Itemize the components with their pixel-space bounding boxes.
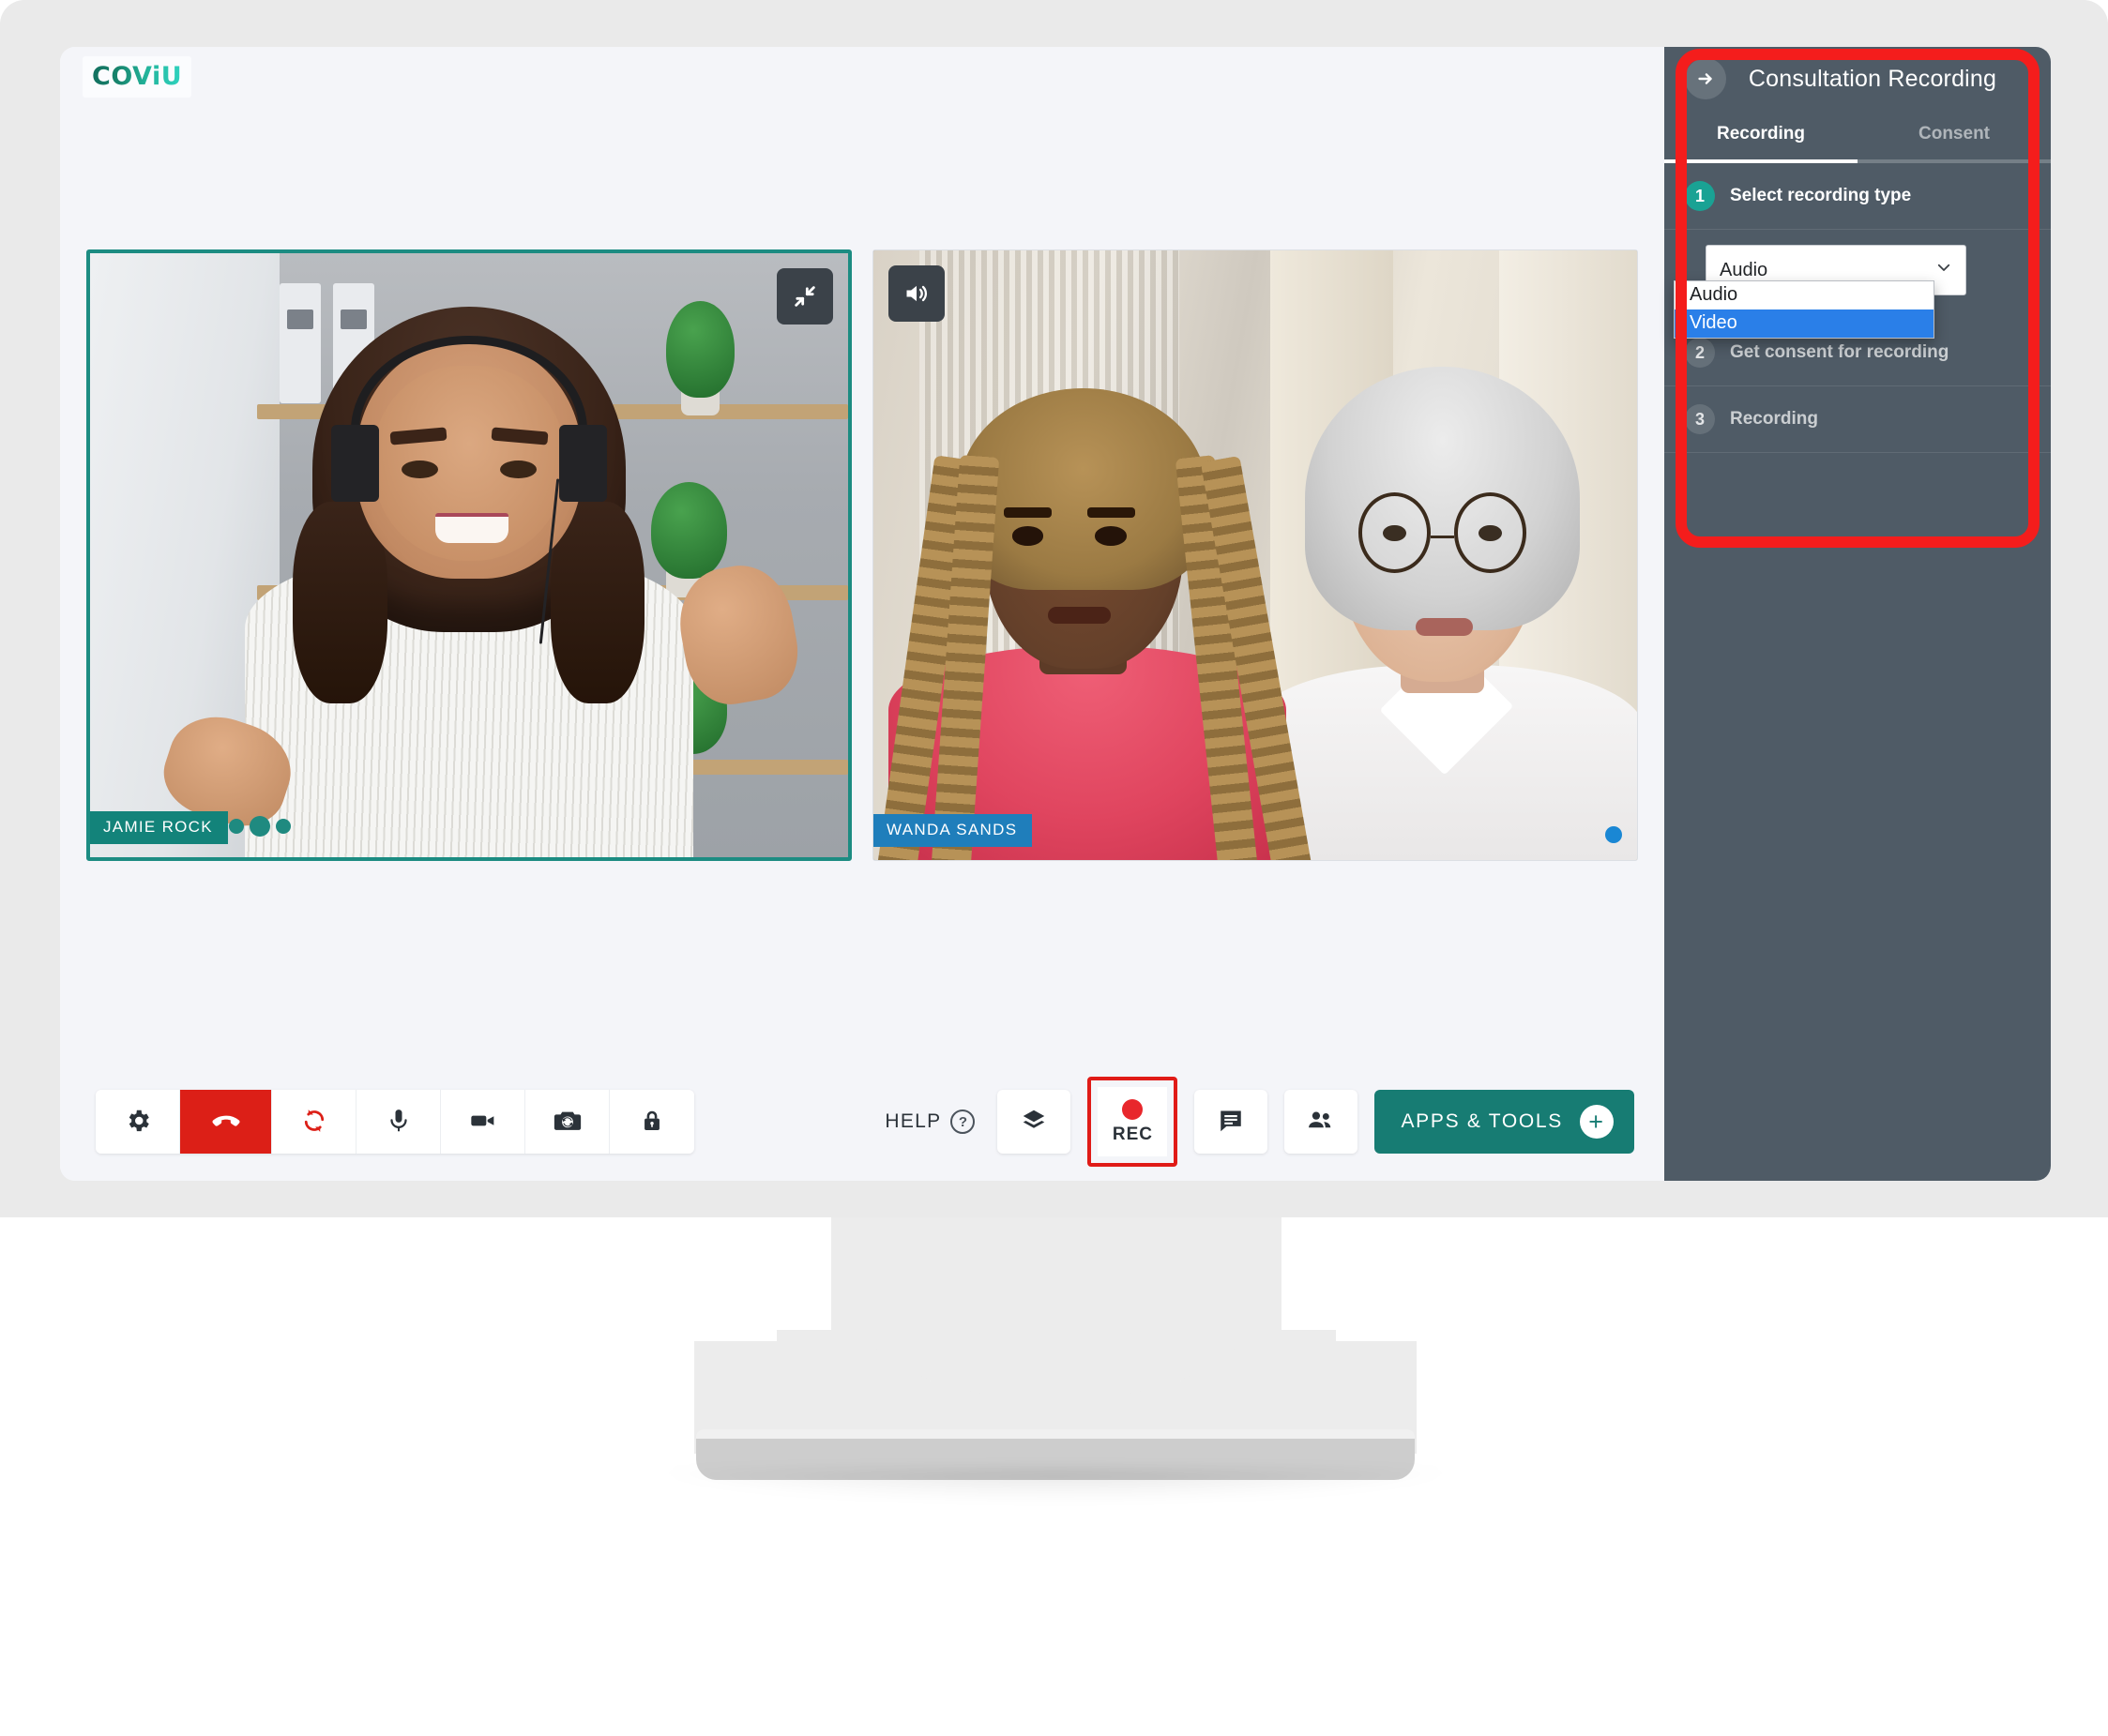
monitor-screen: COViU JAMIE ROCK WANDA SANDS HELP ? REC … bbox=[60, 47, 2051, 1181]
help-button[interactable]: HELP ? bbox=[885, 1110, 976, 1134]
call-controls-group bbox=[96, 1090, 694, 1154]
end-call-button[interactable] bbox=[180, 1090, 272, 1154]
gear-icon bbox=[124, 1107, 152, 1138]
remote-video-image bbox=[873, 249, 1637, 860]
coviu-app: COViU JAMIE ROCK WANDA SANDS HELP ? REC … bbox=[60, 47, 2051, 1181]
monitor-scene: COViU JAMIE ROCK WANDA SANDS HELP ? REC … bbox=[0, 0, 2108, 1736]
participants-button[interactable] bbox=[1284, 1090, 1358, 1154]
recording-type-value: Audio bbox=[1720, 259, 1768, 280]
self-video-image bbox=[90, 252, 849, 857]
call-toolbar: HELP ? REC APPS & TOOLS + bbox=[60, 1063, 1664, 1181]
recording-type-section: Audio Audio Video bbox=[1664, 230, 2051, 339]
refresh-button[interactable] bbox=[272, 1090, 356, 1154]
layers-icon bbox=[1020, 1107, 1048, 1138]
option-video[interactable]: Video bbox=[1675, 309, 1934, 338]
help-label: HELP bbox=[885, 1110, 942, 1132]
switch-camera-button[interactable] bbox=[525, 1090, 610, 1154]
participant-name-tag: JAMIE ROCK bbox=[90, 810, 228, 844]
collapse-arrows-icon[interactable] bbox=[777, 267, 834, 325]
monitor-base-shadow bbox=[657, 1469, 1454, 1501]
hangup-phone-icon bbox=[209, 1104, 243, 1140]
microphone-icon bbox=[385, 1107, 413, 1138]
record-dot-icon bbox=[1122, 1098, 1144, 1120]
consultation-recording-panel: Consultation Recording Recording Consent… bbox=[1664, 47, 2051, 1181]
app-main-area: COViU JAMIE ROCK WANDA SANDS HELP ? REC … bbox=[60, 47, 1664, 1181]
step-number-2: 2 bbox=[1685, 338, 1715, 368]
people-icon bbox=[1306, 1106, 1336, 1139]
chevron-down-icon bbox=[1935, 259, 1952, 281]
tab-consent[interactable]: Consent bbox=[1858, 111, 2051, 163]
step-label-3: Recording bbox=[1730, 409, 1818, 429]
apps-and-tools-button[interactable]: APPS & TOOLS + bbox=[1374, 1090, 1634, 1154]
step-row-1[interactable]: 1 Select recording type bbox=[1664, 163, 2051, 230]
tab-recording[interactable]: Recording bbox=[1664, 111, 1858, 163]
microphone-button[interactable] bbox=[356, 1090, 441, 1154]
toolbar-left-group bbox=[96, 1090, 694, 1154]
lock-room-button[interactable] bbox=[610, 1090, 694, 1154]
lock-icon bbox=[639, 1108, 665, 1137]
step-number-3: 3 bbox=[1685, 404, 1715, 434]
apps-and-tools-label: APPS & TOOLS bbox=[1401, 1110, 1563, 1132]
speaker-icon[interactable] bbox=[888, 264, 946, 322]
panel-header: Consultation Recording bbox=[1664, 47, 2051, 111]
chat-button[interactable] bbox=[1194, 1090, 1268, 1154]
step-row-3[interactable]: 3 Recording bbox=[1664, 386, 2051, 453]
step-number-1: 1 bbox=[1685, 181, 1715, 211]
refresh-icon bbox=[300, 1107, 328, 1138]
panel-tabs: Recording Consent bbox=[1664, 111, 2051, 163]
panel-title: Consultation Recording bbox=[1748, 65, 1997, 92]
record-label: REC bbox=[1112, 1124, 1154, 1144]
video-tile-self[interactable]: JAMIE ROCK bbox=[86, 249, 853, 861]
camera-button[interactable] bbox=[441, 1090, 525, 1154]
monitor-body: COViU JAMIE ROCK WANDA SANDS HELP ? REC … bbox=[0, 0, 2108, 1217]
record-highlight-box: REC bbox=[1087, 1077, 1178, 1167]
arrow-right-icon[interactable] bbox=[1685, 58, 1726, 99]
participant-name-tag: WANDA SANDS bbox=[873, 813, 1033, 847]
plus-icon: + bbox=[1580, 1105, 1614, 1139]
connection-dots-icon bbox=[229, 815, 291, 837]
recording-type-options: Audio Video bbox=[1674, 280, 1934, 339]
step-label-1: Select recording type bbox=[1730, 186, 1912, 205]
option-audio[interactable]: Audio bbox=[1675, 281, 1934, 309]
video-stage: JAMIE ROCK WANDA SANDS bbox=[60, 47, 1664, 1063]
video-tile-remote[interactable]: WANDA SANDS bbox=[872, 249, 1638, 861]
record-button[interactable]: REC bbox=[1098, 1087, 1168, 1156]
settings-button[interactable] bbox=[96, 1090, 180, 1154]
blue-status-dot-icon bbox=[1605, 825, 1622, 843]
chat-bubble-icon bbox=[1217, 1107, 1245, 1138]
layout-button[interactable] bbox=[997, 1090, 1071, 1154]
step-label-2: Get consent for recording bbox=[1730, 342, 1949, 362]
video-camera-icon bbox=[468, 1106, 498, 1139]
toolbar-right-group: HELP ? REC APPS & TOOLS + bbox=[885, 1077, 1634, 1167]
camera-switch-icon bbox=[553, 1106, 583, 1139]
question-mark-icon: ? bbox=[950, 1110, 976, 1134]
